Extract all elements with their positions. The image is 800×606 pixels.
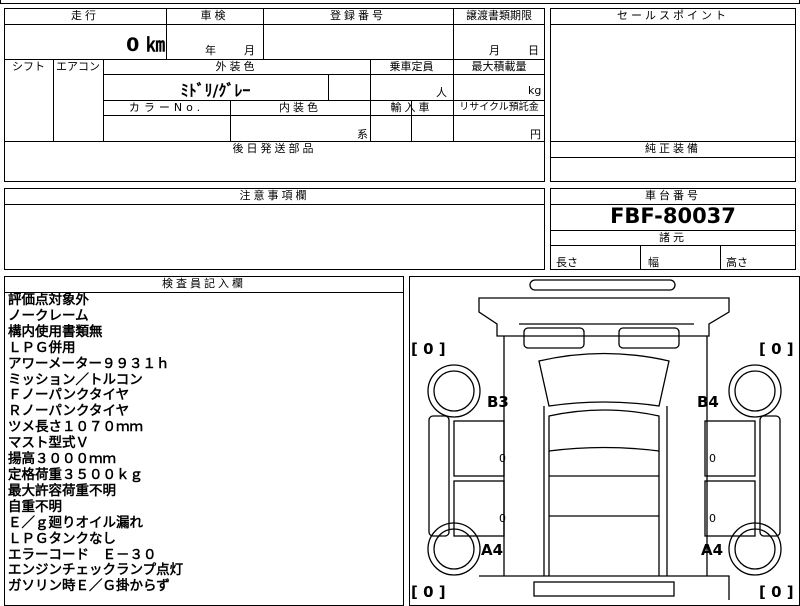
interior-color-unit: 系 <box>357 128 368 141</box>
specs-header: 諸元 <box>659 231 687 244</box>
tire-bottom-left: [ 0 ] <box>411 583 446 600</box>
mileage-header: 走行 <box>71 9 99 22</box>
genuine-equipment-header: 純正装備 <box>645 142 701 155</box>
note-line: 揚高３０００ｍｍ <box>8 451 116 468</box>
note-line: 定格荷重３５００ｋｇ <box>8 466 143 483</box>
shift-header: シフト <box>12 60 45 73</box>
inspector-notes: 評価点対象外 ノークレーム 構内使用書類無 ＬＰＧ併用 アワーメーター９９３１ｈ… <box>8 292 398 595</box>
capacity-header: 乗車定員 <box>389 60 434 73</box>
inspection-year-unit: 年 <box>205 44 216 57</box>
length-label: 長さ <box>556 256 578 269</box>
caution-header: 注意事項欄 <box>239 189 310 202</box>
deadline-month-unit: 月 <box>489 44 500 57</box>
import-header: 輸入車 <box>390 101 433 114</box>
chassis-header: 車台番号 <box>645 189 701 202</box>
mark-rear-left: B3 <box>487 393 509 411</box>
side-value-left-upper: 0 <box>499 452 506 465</box>
mark-front-right: A4 <box>701 541 723 559</box>
note-line: Ｆノーパンクタイヤ <box>8 387 130 404</box>
exterior-color-value: ﾐﾄﾞﾘ/ｸﾞﾚｰ <box>180 81 251 100</box>
mark-rear-right: B4 <box>697 393 719 411</box>
note-line: 評価点対象外 <box>8 292 89 308</box>
color-no-header: カラーNo. <box>128 101 205 114</box>
vehicle-diagram: [ 0 ] [ 0 ] B3 B4 A4 A4 [ 0 ] [ 0 ] 0 0 … <box>411 279 794 600</box>
aircon-header: エアコン <box>56 60 100 73</box>
recycle-header: リサイクル預託金 <box>459 102 539 113</box>
note-line: ＬＰＧ併用 <box>8 339 76 356</box>
note-line: マスト型式Ｖ <box>8 435 89 452</box>
note-line: ノークレーム <box>8 307 89 324</box>
registration-header: 登録番号 <box>330 9 386 22</box>
inspector-header: 検査員記入欄 <box>162 277 246 290</box>
exterior-color-header: 外装色 <box>215 60 258 73</box>
mileage-value: 0 ㎞ <box>126 34 165 56</box>
tire-top-right: [ 0 ] <box>759 340 794 358</box>
inspection-header: 車検 <box>200 9 229 22</box>
height-label: 高さ <box>726 256 748 269</box>
side-value-right-lower: 0 <box>709 512 716 525</box>
tire-bottom-right: [ 0 ] <box>759 583 794 600</box>
width-label: 幅 <box>648 256 659 269</box>
note-line: アワーメーター９９３１ｈ <box>8 355 170 372</box>
deadline-day-unit: 日 <box>528 44 539 57</box>
note-line: ガソリン時Ｅ／Ｇ掛からず <box>8 578 170 595</box>
max-load-header: 最大積載量 <box>471 60 527 73</box>
interior-color-header: 内装色 <box>279 101 321 114</box>
later-parts-area <box>4 156 545 182</box>
transfer-deadline-header: 譲渡書類期限 <box>466 9 532 22</box>
note-line: 構内使用書類無 <box>8 323 103 340</box>
inspection-month-unit: 月 <box>244 44 255 57</box>
tire-top-left: [ 0 ] <box>411 340 446 358</box>
note-line: Ｅ／ｇ廻りオイル漏れ <box>8 514 143 531</box>
note-line: Ｒノーパンクタイヤ <box>8 403 130 420</box>
note-line: ツメ長さ１０７０ｍｍ <box>8 419 143 436</box>
sales-point-header: セールスポイント <box>617 9 729 22</box>
chassis-number: FBF-80037 <box>610 204 736 228</box>
note-line: 最大許容荷重不明 <box>8 482 116 499</box>
mark-front-left: A4 <box>481 541 503 559</box>
note-line: 自重不明 <box>8 498 62 515</box>
note-line: ミッション／トルコン <box>8 371 143 388</box>
capacity-unit: 人 <box>436 86 447 99</box>
side-value-left-lower: 0 <box>499 512 506 525</box>
later-parts-header: 後日発送部品 <box>232 142 317 155</box>
note-line: ＬＰＧタンクなし <box>8 530 116 547</box>
max-load-unit: kg <box>528 84 542 97</box>
top-partial-row <box>0 0 800 4</box>
recycle-unit: 円 <box>530 128 541 141</box>
note-line: エンジンチェックランプ点灯 <box>8 562 184 579</box>
side-value-right-upper: 0 <box>709 452 716 465</box>
